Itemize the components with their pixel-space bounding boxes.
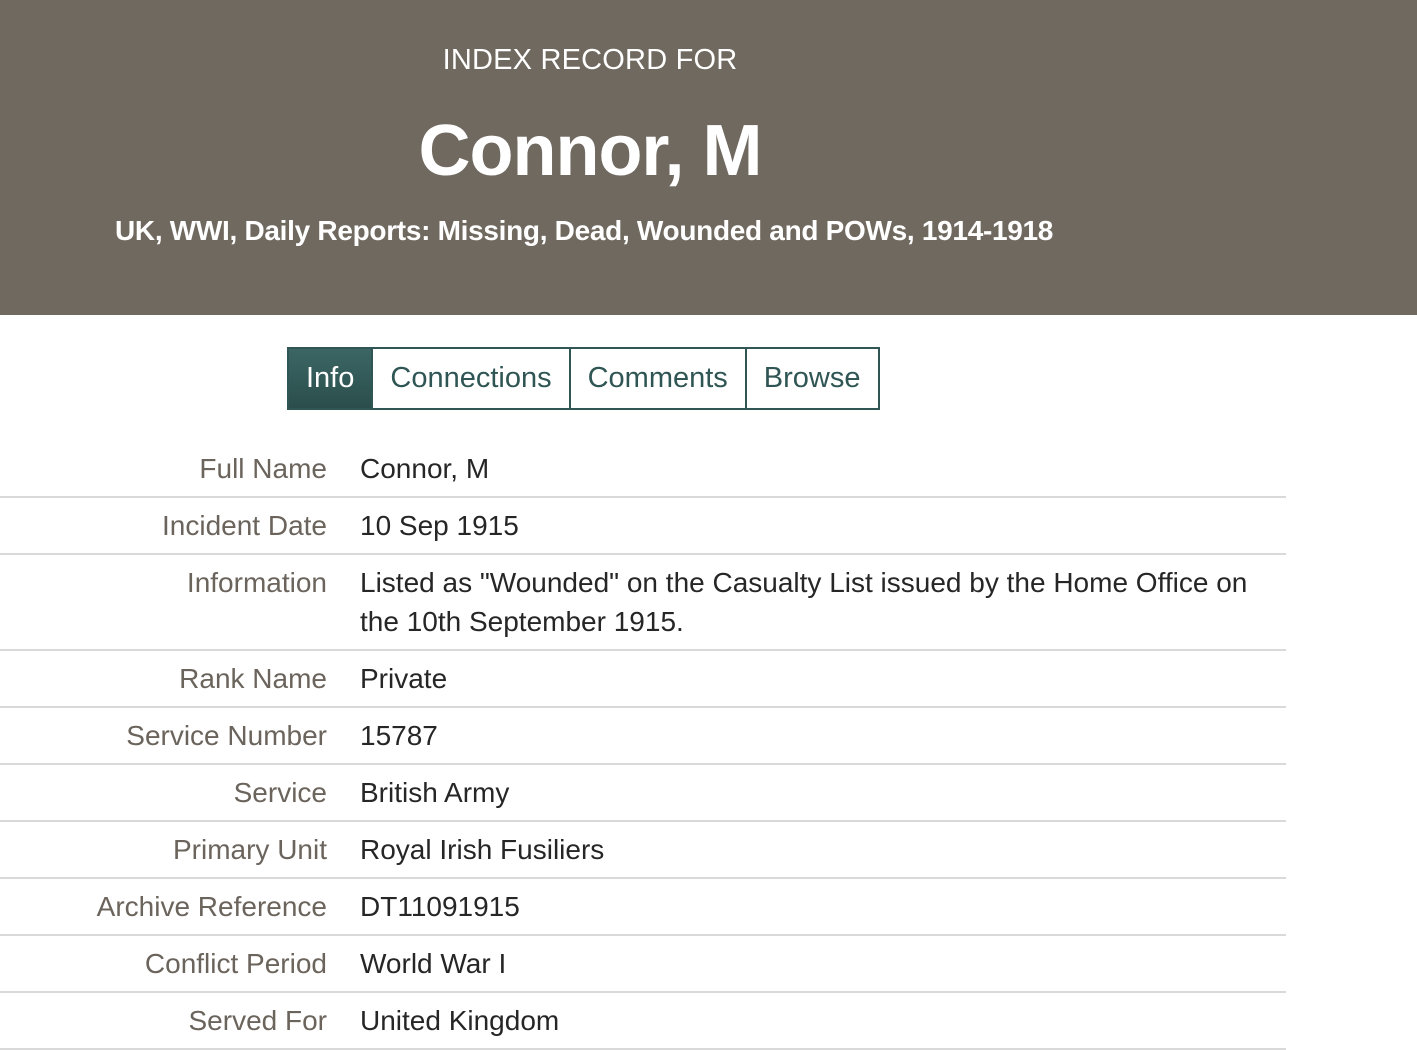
- record-details: Full Name Connor, M Incident Date 10 Sep…: [0, 441, 1286, 1050]
- field-value: Listed as "Wounded" on the Casualty List…: [360, 567, 1248, 637]
- record-row-conflict-period: Conflict Period World War I: [0, 936, 1286, 993]
- field-label: Primary Unit: [172, 834, 327, 865]
- field-value: Connor, M: [360, 453, 490, 484]
- field-label: Served For: [188, 1005, 328, 1036]
- record-row-service-number: Service Number 15787: [0, 708, 1286, 765]
- field-label: Information: [186, 567, 327, 598]
- tab-comments[interactable]: Comments: [568, 349, 745, 408]
- tab-connections[interactable]: Connections: [371, 349, 569, 408]
- field-label: Full Name: [199, 453, 327, 484]
- field-label: Service: [233, 777, 327, 808]
- field-label: Archive Reference: [96, 891, 327, 922]
- field-value: 15787: [360, 720, 438, 751]
- field-value: 10 Sep 1915: [360, 510, 519, 541]
- record-row-service: Service British Army: [0, 765, 1286, 822]
- collection-title: UK, WWI, Daily Reports: Missing, Dead, W…: [115, 215, 1054, 246]
- field-value: DT11091915: [360, 891, 520, 922]
- tab-info[interactable]: Info: [289, 349, 372, 408]
- field-label: Service Number: [126, 720, 327, 751]
- record-row-served-for: Served For United Kingdom: [0, 993, 1286, 1050]
- record-row-rank-name: Rank Name Private: [0, 651, 1286, 708]
- record-row-archive-reference: Archive Reference DT11091915: [0, 879, 1286, 936]
- field-label: Incident Date: [162, 510, 327, 541]
- tab-browse[interactable]: Browse: [744, 349, 878, 408]
- field-value: Private: [360, 663, 448, 694]
- record-row-primary-unit: Primary Unit Royal Irish Fusiliers: [0, 822, 1286, 879]
- field-value: British Army: [360, 777, 510, 808]
- field-value: United Kingdom: [360, 1005, 560, 1036]
- field-value: World War I: [360, 948, 507, 979]
- page-title: Connor, M: [418, 111, 763, 191]
- record-row-incident-date: Incident Date 10 Sep 1915: [0, 498, 1286, 555]
- record-row-information: Information Listed as "Wounded" on the C…: [0, 555, 1286, 651]
- field-label: Rank Name: [179, 663, 327, 694]
- field-value: Royal Irish Fusiliers: [360, 834, 605, 865]
- record-row-full-name: Full Name Connor, M: [0, 441, 1286, 498]
- header-eyebrow: INDEX RECORD FOR: [442, 44, 738, 76]
- record-header: INDEX RECORD FOR Connor, M UK, WWI, Dail…: [0, 0, 1417, 315]
- record-tabs: Info Connections Comments Browse: [287, 347, 880, 410]
- field-label: Conflict Period: [144, 948, 327, 979]
